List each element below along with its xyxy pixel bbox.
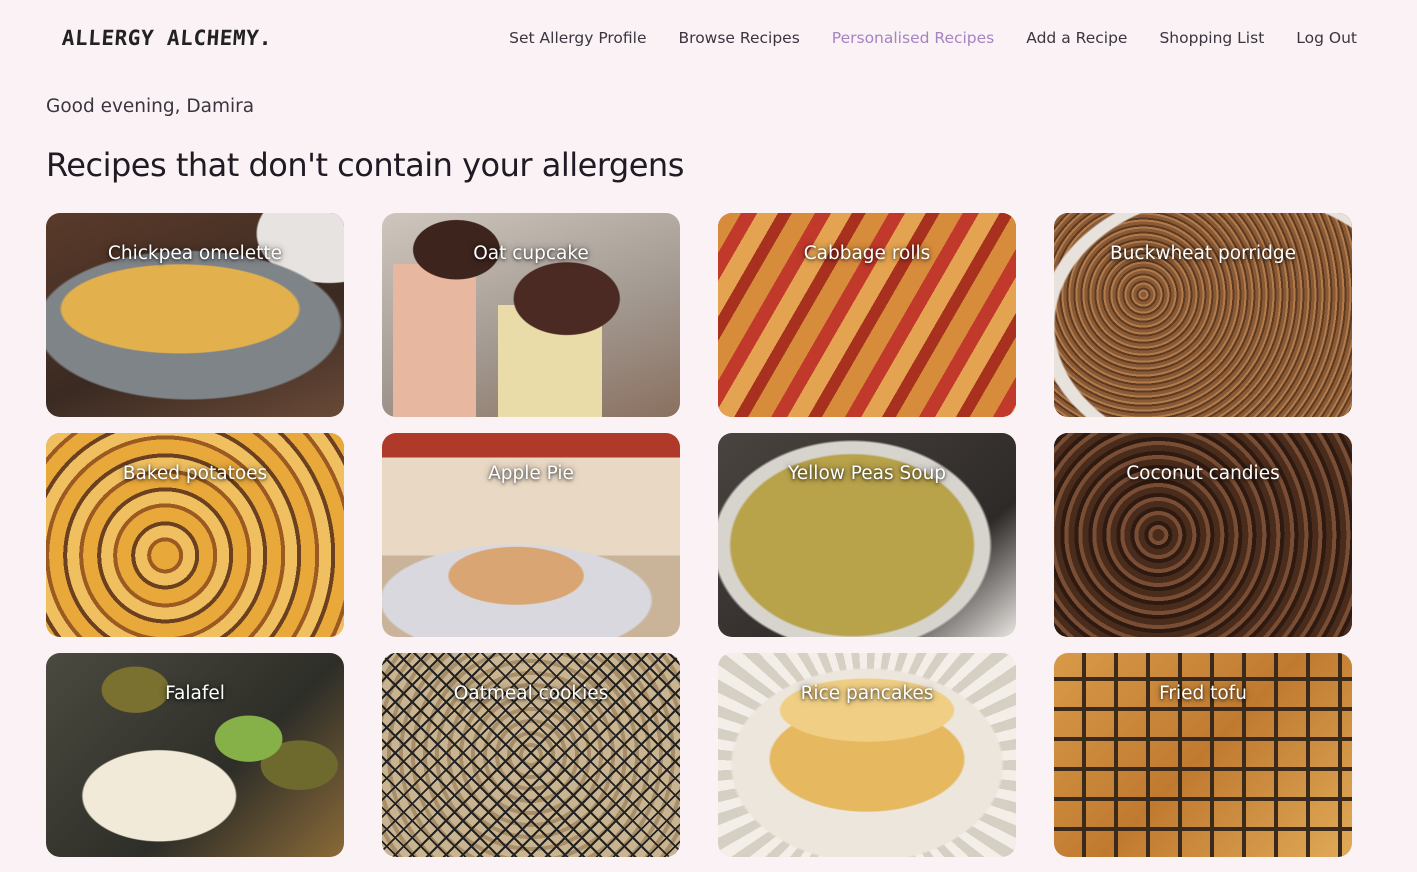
recipe-title: Rice pancakes [800,683,934,704]
recipe-title: Oat cupcake [473,243,589,264]
nav-log-out[interactable]: Log Out [1296,29,1357,47]
recipe-card-falafel[interactable]: Falafel [46,653,344,857]
recipe-card-coconut-candies[interactable]: Coconut candies [1054,433,1352,637]
recipe-title: Oatmeal cookies [453,683,609,704]
recipe-grid: Chickpea omelette Oat cupcake Cabbage ro… [46,213,1352,857]
recipe-title: Cabbage rolls [803,243,931,264]
recipe-card-cabbage-rolls[interactable]: Cabbage rolls [718,213,1016,417]
recipe-title: Fried tofu [1159,683,1247,704]
page-title: Recipes that don't contain your allergen… [46,146,684,184]
recipe-card-apple-pie[interactable]: Apple Pie [382,433,680,637]
recipe-card-rice-pancakes[interactable]: Rice pancakes [718,653,1016,857]
recipe-card-buckwheat-porridge[interactable]: Buckwheat porridge [1054,213,1352,417]
recipe-card-yellow-peas-soup[interactable]: Yellow Peas Soup [718,433,1016,637]
top-navigation-bar: ALLERGY ALCHEMY. Set Allergy Profile Bro… [0,0,1417,80]
recipe-card-fried-tofu[interactable]: Fried tofu [1054,653,1352,857]
recipe-title: Yellow Peas Soup [787,463,947,484]
main-nav: Set Allergy Profile Browse Recipes Perso… [509,29,1357,47]
recipe-card-oat-cupcake[interactable]: Oat cupcake [382,213,680,417]
recipe-title: Chickpea omelette [107,243,283,264]
recipe-title: Apple Pie [488,463,574,484]
recipe-title: Falafel [165,683,225,704]
recipe-title: Coconut candies [1126,463,1280,484]
recipe-card-chickpea-omelette[interactable]: Chickpea omelette [46,213,344,417]
nav-browse-recipes[interactable]: Browse Recipes [679,29,800,47]
nav-personalised-recipes[interactable]: Personalised Recipes [832,29,994,47]
greeting-text: Good evening, Damira [46,96,255,117]
recipe-card-oatmeal-cookies[interactable]: Oatmeal cookies [382,653,680,857]
recipe-title: Buckwheat porridge [1110,243,1296,264]
nav-add-a-recipe[interactable]: Add a Recipe [1026,29,1127,47]
recipe-card-baked-potatoes[interactable]: Baked potatoes [46,433,344,637]
nav-shopping-list[interactable]: Shopping List [1159,29,1264,47]
nav-set-allergy-profile[interactable]: Set Allergy Profile [509,29,646,47]
app-logo[interactable]: ALLERGY ALCHEMY. [61,26,273,50]
recipe-title: Baked potatoes [122,463,268,484]
